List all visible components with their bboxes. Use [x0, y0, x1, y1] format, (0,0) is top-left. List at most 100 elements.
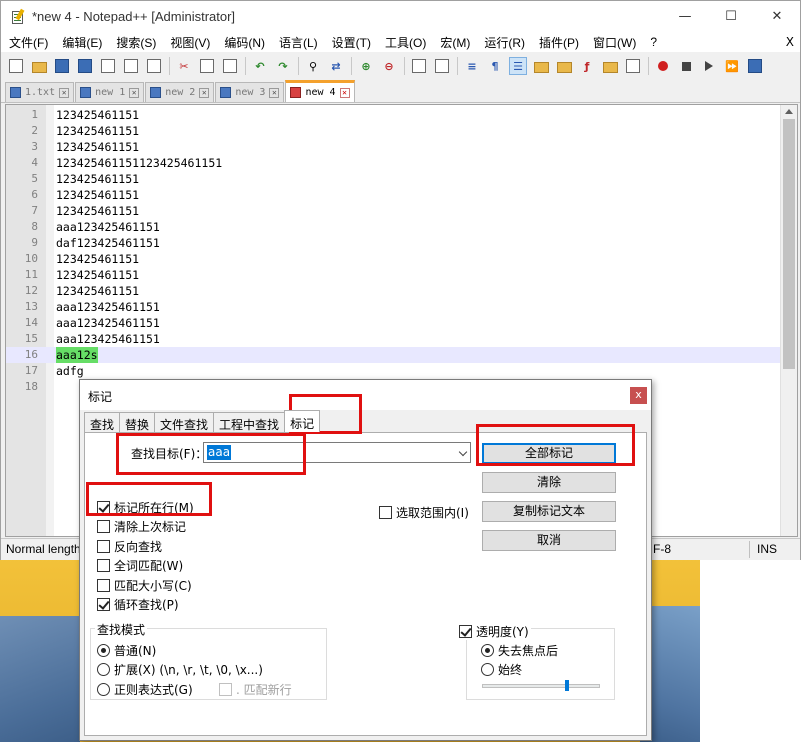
menu-macro[interactable]: 宏(M) — [432, 34, 476, 51]
replace-button[interactable]: ⇄ — [327, 57, 345, 75]
new-file-button[interactable] — [7, 57, 25, 75]
copy-button[interactable] — [198, 57, 216, 75]
scroll-up-icon[interactable] — [785, 109, 793, 114]
macro-play-button[interactable] — [700, 57, 718, 75]
tab-close-icon[interactable]: ✕ — [269, 87, 280, 98]
regex-mode-radio[interactable]: 正则表达式(G) — [97, 681, 193, 698]
tab-close-icon[interactable]: ✕ — [59, 87, 70, 98]
sync-vertical-button[interactable] — [410, 57, 428, 75]
menu-window[interactable]: 窗口(W) — [585, 34, 642, 51]
editor-line[interactable]: 14 aaa123425461151 — [6, 315, 782, 331]
on-lose-focus-radio[interactable]: 失去焦点后 — [481, 642, 558, 659]
menu-language[interactable]: 语言(L) — [271, 34, 324, 51]
scrollbar-thumb[interactable] — [783, 119, 795, 369]
backward-checkbox[interactable]: 反向查找 — [97, 538, 162, 555]
redo-button[interactable]: ↷ — [274, 57, 292, 75]
match-case-checkbox[interactable]: 匹配大小写(C) — [97, 577, 192, 594]
save-all-button[interactable] — [76, 57, 94, 75]
zoom-out-button[interactable]: ⊖ — [380, 57, 398, 75]
dialog-title-bar[interactable]: 标记 x — [80, 380, 651, 410]
tab-new-3[interactable]: new 3 ✕ — [215, 82, 285, 102]
editor-line[interactable]: 16 aaa12s — [6, 347, 782, 363]
editor-line[interactable]: 11 123425461151 — [6, 267, 782, 283]
udl-button[interactable] — [532, 57, 550, 75]
menu-encoding[interactable]: 编码(N) — [216, 34, 271, 51]
indent-guide-button[interactable]: ☰ — [509, 57, 527, 75]
menu-edit[interactable]: 编辑(E) — [54, 34, 108, 51]
clear-marks-button[interactable]: 清除 — [482, 472, 616, 493]
undo-button[interactable]: ↶ — [251, 57, 269, 75]
monitoring-button[interactable] — [624, 57, 642, 75]
normal-mode-radio[interactable]: 普通(N) — [97, 642, 156, 659]
menu-file[interactable]: 文件(F) — [1, 34, 54, 51]
dialog-close-button[interactable]: x — [630, 387, 647, 404]
vertical-scrollbar[interactable] — [780, 105, 797, 536]
close-file-button[interactable] — [99, 57, 117, 75]
show-all-chars-button[interactable]: ¶ — [486, 57, 504, 75]
editor-line[interactable]: 5 123425461151 — [6, 171, 782, 187]
whole-word-checkbox[interactable]: 全词匹配(W) — [97, 557, 183, 574]
editor-line[interactable]: 7 123425461151 — [6, 203, 782, 219]
tab-new-1[interactable]: new 1 ✕ — [75, 82, 145, 102]
tab-1-txt[interactable]: 1.txt ✕ — [5, 82, 75, 102]
close-document-button[interactable]: X — [786, 35, 794, 49]
menu-help[interactable]: ? — [642, 35, 663, 49]
maximize-button[interactable]: ☐ — [708, 1, 754, 32]
tab-find-in-projects[interactable]: 工程中查找 — [213, 412, 286, 432]
folder-workspace-button[interactable] — [601, 57, 619, 75]
editor-line[interactable]: 3 123425461151 — [6, 139, 782, 155]
cut-button[interactable]: ✂ — [175, 57, 193, 75]
find-button[interactable]: ⚲ — [304, 57, 322, 75]
macro-save-button[interactable] — [746, 57, 764, 75]
editor-line[interactable]: 4 123425461151123425461151 — [6, 155, 782, 171]
save-button[interactable] — [53, 57, 71, 75]
word-wrap-button[interactable]: ≡ — [463, 57, 481, 75]
menu-settings[interactable]: 设置(T) — [324, 34, 377, 51]
extended-mode-radio[interactable]: 扩展(X) (\n, \r, \t, \0, \x...) — [97, 661, 263, 678]
tab-new-4[interactable]: new 4 ✕ — [285, 80, 355, 102]
editor-line[interactable]: 12 123425461151 — [6, 283, 782, 299]
purge-checkbox[interactable]: 清除上次标记 — [97, 518, 186, 535]
tab-replace[interactable]: 替换 — [119, 412, 156, 432]
menu-run[interactable]: 运行(R) — [476, 34, 531, 51]
editor-line[interactable]: 2 123425461151 — [6, 123, 782, 139]
menu-tools[interactable]: 工具(O) — [377, 34, 432, 51]
open-file-button[interactable] — [30, 57, 48, 75]
sync-horizontal-button[interactable] — [433, 57, 451, 75]
title-bar[interactable]: *new 4 - Notepad++ [Administrator] — ☐ ✕ — [1, 1, 800, 32]
menu-plugins[interactable]: 插件(P) — [531, 34, 585, 51]
zoom-in-button[interactable]: ⊕ — [357, 57, 375, 75]
tab-close-icon[interactable]: ✕ — [199, 87, 210, 98]
paste-button[interactable] — [221, 57, 239, 75]
menu-search[interactable]: 搜索(S) — [108, 34, 162, 51]
macro-stop-button[interactable] — [677, 57, 695, 75]
editor-line[interactable]: 1 123425461151 — [6, 107, 782, 123]
cancel-button[interactable]: 取消 — [482, 530, 616, 551]
macro-record-button[interactable] — [654, 57, 672, 75]
tab-new-2[interactable]: new 2 ✕ — [145, 82, 215, 102]
chevron-down-icon[interactable] — [458, 447, 468, 457]
tab-find[interactable]: 查找 — [84, 412, 121, 432]
print-button[interactable] — [145, 57, 163, 75]
close-all-button[interactable] — [122, 57, 140, 75]
editor-line[interactable]: 6 123425461151 — [6, 187, 782, 203]
transparency-slider-track[interactable] — [482, 684, 600, 688]
wrap-around-checkbox[interactable]: 循环查找(P) — [97, 596, 179, 613]
editor-line[interactable]: 10 123425461151 — [6, 251, 782, 267]
doc-map-button[interactable] — [555, 57, 573, 75]
transparency-checkbox[interactable]: 透明度(Y) — [459, 623, 531, 640]
menu-view[interactable]: 视图(V) — [162, 34, 216, 51]
macro-run-multiple-button[interactable]: ⏩ — [723, 57, 741, 75]
in-selection-checkbox[interactable]: 选取范围内(I) — [379, 504, 469, 521]
editor-line[interactable]: 9 daf123425461151 — [6, 235, 782, 251]
tab-close-icon[interactable]: ✕ — [339, 87, 350, 98]
editor-line[interactable]: 8 aaa123425461151 — [6, 219, 782, 235]
minimize-button[interactable]: — — [662, 1, 708, 32]
tab-find-in-files[interactable]: 文件查找 — [154, 412, 215, 432]
tab-mark[interactable]: 标记 — [284, 410, 321, 432]
editor-line[interactable]: 13 aaa123425461151 — [6, 299, 782, 315]
editor-line[interactable]: 15 aaa123425461151 — [6, 331, 782, 347]
always-radio[interactable]: 始终 — [481, 661, 522, 678]
tab-close-icon[interactable]: ✕ — [129, 87, 140, 98]
function-list-button[interactable]: ƒ — [578, 57, 596, 75]
